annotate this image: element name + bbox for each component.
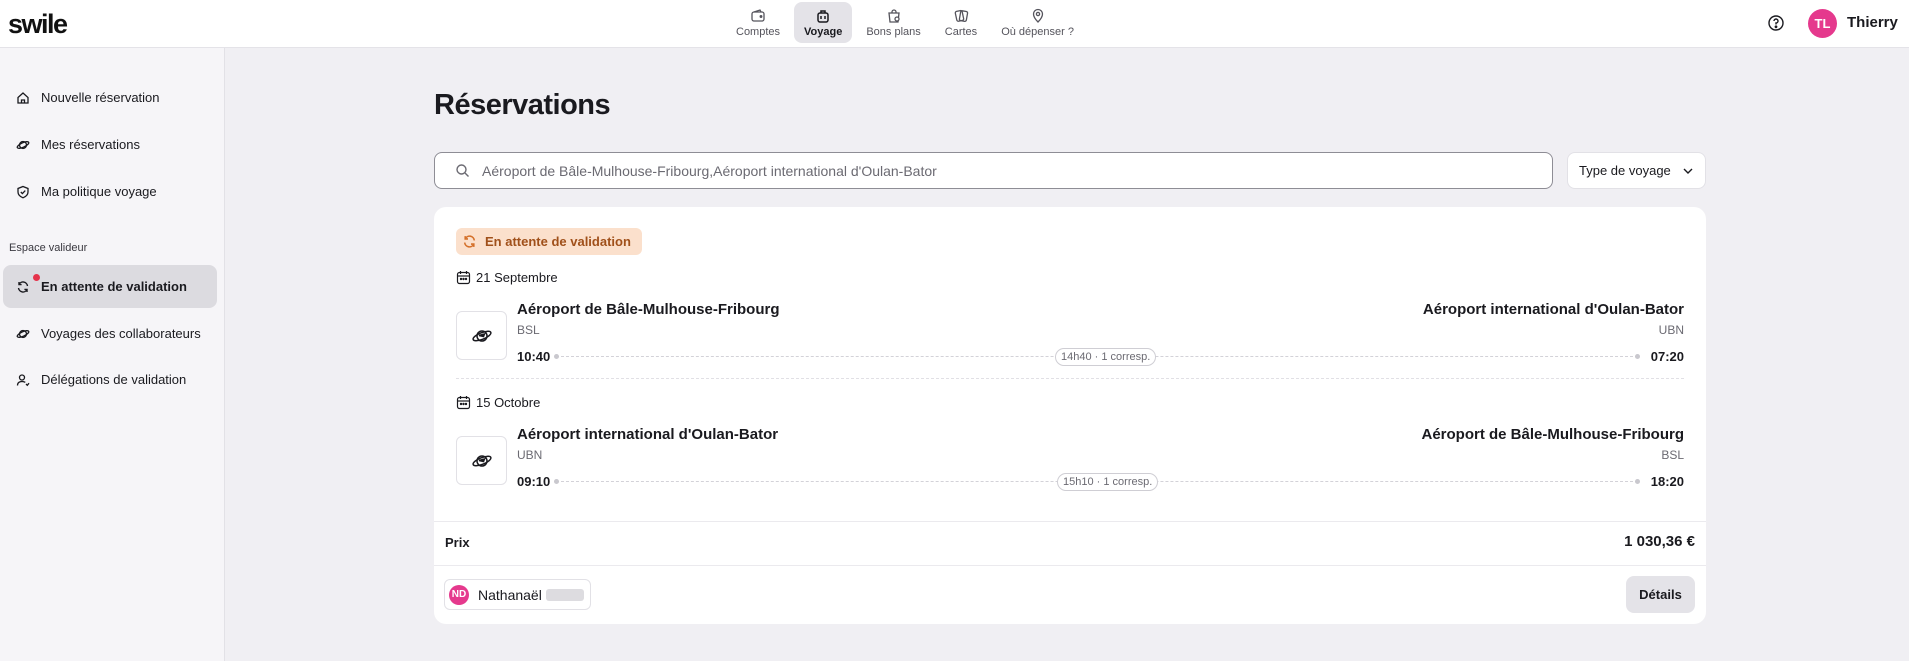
departure-airport: Aéroport international d'Oulan-Bator (517, 426, 779, 443)
price-value: 1 030,36 € (1624, 533, 1695, 550)
price-label: Prix (445, 535, 470, 550)
divider (434, 521, 1706, 522)
sidebar-item-mes-reservations[interactable]: Mes réservations (3, 123, 217, 166)
nav-cartes[interactable]: Cartes (935, 2, 987, 43)
planet-icon (16, 329, 30, 338)
calendar-icon (456, 396, 471, 410)
sidebar-item-label: Nouvelle réservation (41, 90, 160, 105)
luggage-icon (817, 10, 829, 23)
nav-ou-depenser-label: Où dépenser ? (1001, 26, 1074, 38)
shopping-bag-icon (887, 9, 900, 23)
flight-leg-icon (456, 436, 507, 485)
user-avatar[interactable]: TL (1808, 9, 1837, 38)
refresh-icon (17, 280, 29, 293)
chevron-down-icon (1683, 168, 1693, 174)
redacted-surname (545, 588, 584, 601)
sidebar-item-ma-politique-voyage[interactable]: Ma politique voyage (3, 170, 217, 213)
divider (434, 565, 1706, 566)
traveler-avatar: ND (449, 584, 469, 605)
nav-comptes[interactable]: Comptes (726, 2, 790, 43)
plane-globe-icon (471, 454, 492, 467)
sidebar-item-delegations[interactable]: Délégations de validation (3, 358, 217, 401)
page-title: Réservations (434, 89, 611, 121)
sidebar-item-voyages-collaborateurs[interactable]: Voyages des collaborateurs (3, 312, 217, 355)
arrival-time: 07:20 (1650, 349, 1684, 364)
path-end-dot (1635, 354, 1640, 359)
user-name[interactable]: Thierry (1847, 14, 1898, 31)
sidebar: Nouvelle réservation Mes réservations Ma… (0, 48, 225, 661)
departure-code: BSL (517, 323, 540, 337)
flight-leg-icon (456, 311, 507, 360)
sidebar-item-label: Mes réservations (41, 137, 140, 152)
arrival-airport: Aéroport international d'Oulan-Bator (1422, 301, 1684, 318)
leg-date-text: 15 Octobre (476, 395, 541, 410)
sidebar-item-en-attente[interactable]: En attente de validation (3, 265, 217, 308)
status-badge: En attente de validation (456, 228, 642, 255)
path-start-dot (554, 354, 559, 359)
nav-bons-plans[interactable]: Bons plans (856, 2, 930, 43)
leg-date: 15 Octobre (456, 395, 540, 410)
booking-card[interactable]: En attente de validation 21 Septembre Aé… (434, 207, 1706, 624)
shield-check-icon (17, 185, 29, 199)
calendar-icon (456, 271, 471, 285)
departure-time: 10:40 (517, 349, 551, 364)
path-start-dot (554, 479, 559, 484)
home-icon (17, 91, 29, 104)
sidebar-section-title: Espace valideur (9, 242, 88, 254)
notification-dot (33, 274, 40, 281)
planet-icon (16, 140, 30, 149)
arrival-code: UBN (1658, 323, 1684, 337)
path-end-dot (1635, 479, 1640, 484)
search-bar[interactable] (434, 152, 1553, 189)
sidebar-item-label: En attente de validation (41, 279, 187, 294)
sidebar-item-label: Délégations de validation (41, 372, 187, 387)
leg-date: 21 Septembre (456, 270, 558, 285)
details-button[interactable]: Détails (1626, 576, 1695, 613)
nav-cartes-label: Cartes (944, 26, 978, 38)
help-icon[interactable] (1767, 14, 1785, 32)
duration-badge: 15h10 · 1 corresp. (1057, 473, 1159, 491)
traveler-chip[interactable]: ND Nathanaël (444, 579, 591, 610)
user-icon (16, 373, 30, 386)
main-nav: Comptes Voyage Bons plans Cartes Où dépe… (726, 2, 1084, 44)
swile-logo[interactable]: swile (8, 9, 68, 40)
nav-ou-depenser[interactable]: Où dépenser ? (991, 2, 1084, 43)
leg-separator (456, 378, 1684, 379)
nav-voyage-label: Voyage (804, 26, 843, 38)
arrival-airport: Aéroport de Bâle-Mulhouse-Fribourg (1421, 426, 1685, 443)
search-input[interactable] (482, 162, 1532, 179)
trip-type-label: Type de voyage (1579, 163, 1671, 178)
leg-date-text: 21 Septembre (476, 270, 558, 285)
duration-badge: 14h40 · 1 corresp. (1055, 348, 1157, 366)
departure-code: UBN (517, 448, 543, 462)
cards-icon (954, 9, 969, 23)
top-bar: swile Comptes Voyage Bons plans Cartes O… (0, 0, 1909, 48)
arrival-time: 18:20 (1650, 474, 1684, 489)
nav-bons-plans-label: Bons plans (866, 26, 921, 38)
wallet-icon (751, 9, 765, 22)
traveler-name: Nathanaël (478, 586, 542, 603)
departure-airport: Aéroport de Bâle-Mulhouse-Fribourg (517, 301, 780, 318)
refresh-icon (463, 235, 476, 248)
arrival-code: BSL (1661, 448, 1684, 462)
plane-globe-icon (471, 329, 492, 342)
sidebar-item-label: Voyages des collaborateurs (41, 326, 201, 341)
sidebar-item-label: Ma politique voyage (41, 184, 157, 199)
trip-type-select[interactable]: Type de voyage (1567, 152, 1706, 189)
status-text: En attente de validation (485, 234, 631, 249)
map-pin-icon (1032, 8, 1043, 23)
nav-comptes-label: Comptes (736, 26, 781, 38)
nav-voyage[interactable]: Voyage (794, 2, 853, 43)
search-icon (456, 164, 469, 177)
departure-time: 09:10 (517, 474, 551, 489)
sidebar-item-nouvelle-reservation[interactable]: Nouvelle réservation (3, 76, 217, 119)
